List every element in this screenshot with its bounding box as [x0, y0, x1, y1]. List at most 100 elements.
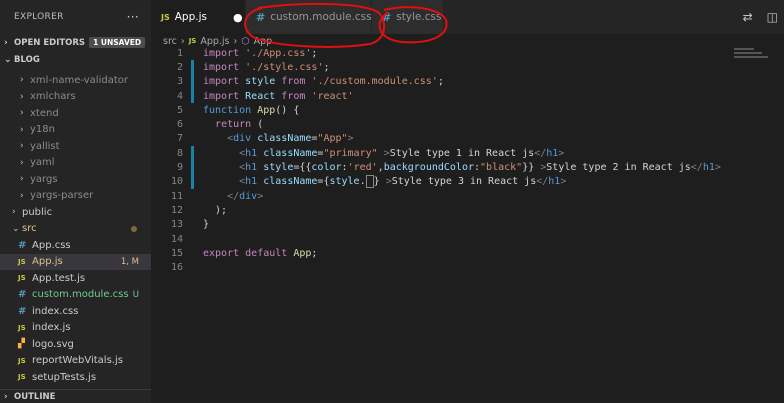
project-section[interactable]: ⌄ BLOG [0, 51, 151, 68]
tree-item-public[interactable]: › public [0, 204, 151, 221]
tree-item-yaml[interactable]: › yaml [0, 155, 151, 172]
tree-item-label: yargs-parser [30, 190, 94, 202]
line-number: 16 [170, 262, 183, 274]
line-number: 4 [176, 90, 183, 102]
line-number: 10 [170, 176, 183, 188]
tree-item-label: xtend [30, 107, 59, 119]
tree-item-src[interactable]: ⌄ src [0, 221, 151, 238]
line-number: 8 [176, 147, 183, 159]
tree-item-label: yargs [30, 173, 58, 185]
open-editors-label: OPEN EDITORS [14, 37, 86, 48]
line-number: 3 [176, 76, 183, 88]
tree-item-xml-name-validator[interactable]: › xml-name-validator [0, 72, 151, 89]
more-icon[interactable]: ··· [127, 10, 139, 24]
code-line: 3 import style from './custom.module.css'… [151, 74, 784, 89]
tree-item-xmlchars[interactable]: › xmlchars [0, 89, 151, 106]
tree-item-label: App.js [32, 256, 63, 268]
chevron-right-icon: › [20, 190, 24, 201]
chevron-right-icon: › [20, 157, 24, 168]
css-file-icon: # [18, 239, 27, 251]
code-line: 16 [151, 260, 784, 274]
open-editors-section[interactable]: › OPEN EDITORS 1 UNSAVED [0, 34, 151, 51]
tab-custom-module-css[interactable]: # custom.module.css [246, 0, 372, 34]
code-line: 6 return ( [151, 117, 784, 131]
js-file-icon: JS [161, 12, 170, 22]
svg-file-icon: ▞ [18, 339, 25, 350]
tree-item-y18n[interactable]: › y18n [0, 122, 151, 139]
chevron-right-icon: › [20, 174, 24, 185]
css-file-icon: # [18, 289, 27, 301]
tab-label: style.css [396, 11, 442, 23]
git-gutter-modified [191, 74, 194, 89]
chevron-right-icon: › [20, 141, 24, 152]
explorer-header: EXPLORER ··· [0, 0, 151, 34]
code-line: 12 ); [151, 203, 784, 217]
compare-icon[interactable]: ⇄ [743, 10, 753, 24]
tree-item-label: custom.module.css [32, 289, 129, 301]
tree-item-app-test-js[interactable]: JS App.test.js [0, 270, 151, 287]
line-number: 12 [170, 204, 183, 216]
tab-label: custom.module.css [270, 11, 372, 23]
code-editor[interactable]: 1 import './App.css'; 2 import './style.cs… [151, 46, 784, 275]
project-label: BLOG [14, 54, 40, 65]
tree-item-label: reportWebVitals.js [32, 355, 123, 367]
chevron-right-icon: › [20, 124, 24, 135]
code-line: 14 [151, 232, 784, 246]
tree-item-custom-module-css[interactable]: # custom.module.css U [0, 287, 151, 304]
breadcrumb-separator-icon: › [180, 35, 185, 47]
code-line: 15 export default App; [151, 246, 784, 260]
code-line: 13} [151, 218, 784, 232]
tree-item-app-js[interactable]: JS App.js 1, M [0, 253, 151, 270]
tree-item-index-js[interactable]: JS index.js [0, 320, 151, 337]
tree-item-yargs-parser[interactable]: › yargs-parser [0, 188, 151, 205]
js-file-icon: JS [18, 274, 26, 283]
explorer-sidebar: EXPLORER ··· › OPEN EDITORS 1 UNSAVED ⌄ … [0, 0, 151, 403]
breadcrumb-separator-icon: › [233, 35, 238, 47]
code-line: 11 </div> [151, 189, 784, 203]
unsaved-dot-icon[interactable]: ● [233, 11, 243, 24]
tree-item-index-css[interactable]: # index.css [0, 303, 151, 320]
tree-item-label: src [22, 223, 37, 235]
breadcrumb-folder[interactable]: src [163, 36, 177, 47]
js-file-icon: JS [188, 37, 197, 45]
line-number: 5 [176, 104, 183, 116]
code-line: 5 function App() { [151, 103, 784, 117]
css-file-icon: # [256, 10, 266, 24]
breadcrumb-file[interactable]: App.js [200, 36, 229, 47]
tree-item-label: App.css [32, 239, 71, 251]
explorer-title: EXPLORER [14, 12, 64, 22]
code-line: 9 <h1 style={{color:'red',backgroundColo… [151, 160, 784, 175]
tree-item-yallist[interactable]: › yallist [0, 138, 151, 155]
tree-item-label: logo.svg [32, 338, 74, 350]
code-line: 8 <h1 className="primary" >Style type 1 … [151, 146, 784, 161]
tree-item-yargs[interactable]: › yargs [0, 171, 151, 188]
line-number: 9 [176, 162, 183, 174]
chevron-right-icon: › [20, 108, 24, 119]
tree-item-label: setupTests.js [32, 371, 97, 383]
line-number: 15 [170, 247, 183, 259]
chevron-down-icon: ⌄ [12, 223, 20, 234]
chevron-right-icon: › [20, 75, 24, 86]
tree-item-label: xmlchars [30, 91, 76, 103]
line-number: 11 [170, 190, 183, 202]
tab-app-js[interactable]: JS App.js ● [151, 0, 246, 34]
code-line: 10 <h1 className={style. } >Style type 3… [151, 174, 784, 189]
git-gutter-modified [191, 60, 194, 75]
breadcrumb-symbol[interactable]: App [254, 36, 273, 47]
tree-item-reportwebvitals-js[interactable]: JS reportWebVitals.js [0, 353, 151, 370]
tree-item-logo-svg[interactable]: ▞ logo.svg [0, 336, 151, 353]
split-editor-icon[interactable]: ◫ [767, 10, 778, 24]
tab-label: App.js [174, 11, 207, 23]
tree-item-setuptests-js[interactable]: JS setupTests.js [0, 369, 151, 386]
chevron-right-icon: › [4, 391, 8, 402]
code-line: 4 import React from 'react' [151, 88, 784, 104]
minimap[interactable] [734, 46, 770, 70]
js-file-icon: JS [18, 356, 26, 365]
tree-item-xtend[interactable]: › xtend [0, 105, 151, 122]
outline-section[interactable]: › OUTLINE [0, 389, 151, 403]
git-status: U [132, 289, 139, 300]
code-line: 2 import './style.css'; [151, 60, 784, 75]
tree-item-app-css[interactable]: # App.css [0, 237, 151, 254]
tab-style-css[interactable]: # style.css [372, 0, 444, 34]
css-file-icon: # [382, 10, 392, 24]
